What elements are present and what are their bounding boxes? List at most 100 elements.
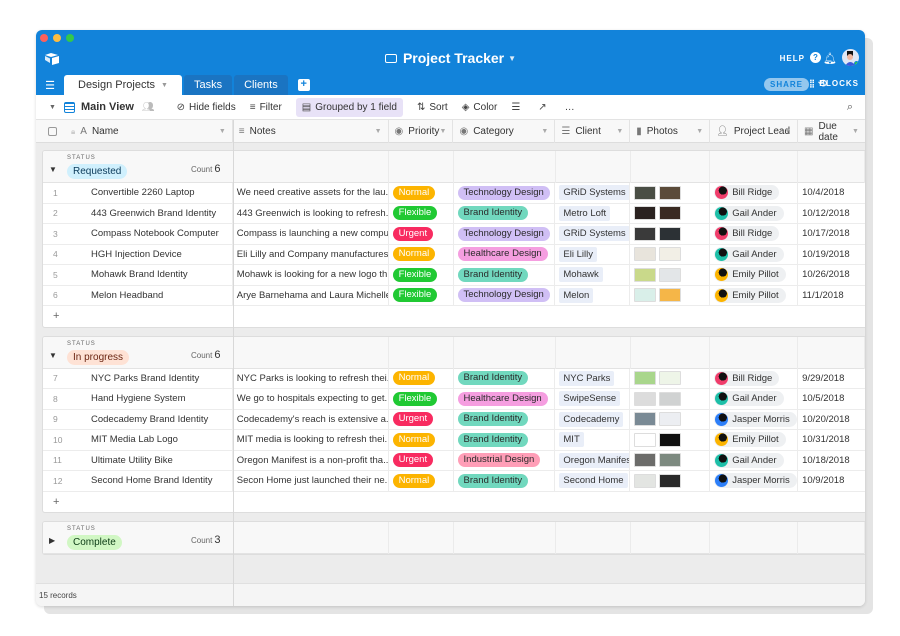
cell-project-lead[interactable]: Emily Pillot: [710, 430, 799, 450]
cell-priority[interactable]: Normal: [389, 430, 454, 450]
chevron-down-icon[interactable]: ▼: [616, 128, 623, 135]
cell-name[interactable]: NYC Parks Brand Identity: [67, 368, 233, 388]
photo-thumbnail[interactable]: [659, 473, 682, 488]
cell-notes[interactable]: NYC Parks is looking to refresh thei...: [233, 368, 389, 388]
cell-name[interactable]: Convertible 2260 Laptop: [67, 183, 233, 203]
cell-client[interactable]: Melon: [555, 285, 631, 305]
cell-client[interactable]: NYC Parks: [555, 368, 631, 388]
cell-category[interactable]: Healthcare Design: [454, 389, 556, 409]
cell-project-lead[interactable]: Bill Ridge: [710, 183, 799, 203]
group-header[interactable]: ▼ STATUS Requested Count 6: [43, 151, 865, 183]
photo-thumbnail[interactable]: [634, 391, 657, 406]
chevron-down-icon[interactable]: ▼: [784, 128, 791, 135]
photo-thumbnail[interactable]: [634, 267, 657, 282]
cell-due-date[interactable]: 11/1/2018: [798, 286, 865, 306]
table-row[interactable]: 11 Ultimate Utility Bike Oregon Manifest i…: [43, 450, 865, 471]
collapse-group-icon[interactable]: ▼: [49, 351, 57, 360]
close-window-button[interactable]: [40, 34, 48, 42]
search-icon[interactable]: ⌕: [847, 101, 853, 114]
collaborators-icon[interactable]: 👥︎: [142, 102, 155, 113]
cell-client[interactable]: Eli Lilly: [555, 244, 631, 264]
cell-name[interactable]: HGH Injection Device: [67, 244, 233, 264]
cell-client[interactable]: Second Home: [555, 471, 631, 491]
column-header-name[interactable]: 🔒︎ A Name ▼: [36, 120, 233, 143]
photo-thumbnail[interactable]: [659, 371, 682, 386]
share-view-button[interactable]: ↗: [538, 102, 550, 113]
photo-thumbnail[interactable]: [634, 206, 657, 221]
cell-photos[interactable]: [630, 265, 711, 285]
cell-priority[interactable]: Flexible: [389, 203, 454, 223]
client-link-chip[interactable]: Codecademy: [559, 411, 624, 427]
cell-category[interactable]: Technology Design: [454, 224, 556, 244]
cell-due-date[interactable]: 10/5/2018: [798, 389, 865, 409]
photo-thumbnail[interactable]: [659, 226, 682, 241]
cell-notes[interactable]: Eli Lilly and Company manufactures...: [233, 244, 389, 264]
cell-priority[interactable]: Flexible: [389, 389, 454, 409]
photo-thumbnail[interactable]: [634, 247, 657, 262]
photo-thumbnail[interactable]: [659, 206, 682, 221]
photo-thumbnail[interactable]: [659, 267, 682, 282]
client-link-chip[interactable]: Mohawk: [559, 267, 603, 283]
tab-tasks[interactable]: Tasks: [183, 75, 233, 95]
cell-project-lead[interactable]: Gail Ander: [710, 450, 799, 470]
base-title[interactable]: Project Tracker ▼: [36, 50, 865, 66]
photo-thumbnail[interactable]: [659, 288, 682, 303]
add-record-button[interactable]: +: [43, 492, 865, 513]
cell-photos[interactable]: [630, 224, 711, 244]
photo-thumbnail[interactable]: [659, 391, 682, 406]
table-row[interactable]: 7 NYC Parks Brand Identity NYC Parks is lo…: [43, 368, 865, 389]
color-button[interactable]: ◈ Color: [462, 102, 498, 113]
cell-photos[interactable]: [630, 409, 711, 429]
group-header[interactable]: ▼ STATUS In progress Count 6: [43, 336, 865, 369]
cell-priority[interactable]: Urgent: [389, 450, 454, 470]
cell-project-lead[interactable]: Bill Ridge: [710, 368, 799, 388]
cell-client[interactable]: Codecademy: [555, 409, 631, 429]
cell-category[interactable]: Brand Identity: [454, 368, 556, 388]
cell-photos[interactable]: [630, 389, 711, 409]
cell-notes[interactable]: Oregon Manifest is a non-profit tha...: [233, 450, 389, 470]
help-icon[interactable]: ?: [810, 52, 821, 63]
group-header[interactable]: ▶ STATUS Complete Count 3: [43, 522, 865, 554]
table-row[interactable]: 9 Codecademy Brand Identity Codecademy's r…: [43, 409, 865, 430]
cell-project-lead[interactable]: Jasper Morris: [710, 471, 799, 491]
cell-category[interactable]: Brand Identity: [454, 430, 556, 450]
cell-priority[interactable]: Normal: [389, 183, 454, 203]
photo-thumbnail[interactable]: [659, 453, 682, 468]
cell-category[interactable]: Brand Identity: [454, 471, 556, 491]
column-header-category[interactable]: ◉ Category ▼: [453, 120, 556, 143]
cell-photos[interactable]: [630, 471, 711, 491]
column-header-client[interactable]: ☰ Client ▼: [555, 120, 631, 143]
photo-thumbnail[interactable]: [634, 226, 657, 241]
cell-name[interactable]: Codecademy Brand Identity: [67, 409, 233, 429]
cell-category[interactable]: Brand Identity: [454, 409, 556, 429]
cell-due-date[interactable]: 10/19/2018: [798, 245, 865, 265]
notifications-bell-icon[interactable]: 🔔︎: [823, 52, 837, 65]
hide-fields-button[interactable]: ⊘ Hide fields: [177, 102, 236, 113]
cell-notes[interactable]: Arye Barnehama and Laura Michelle...: [233, 285, 389, 305]
frozen-column-divider[interactable]: [233, 120, 234, 606]
cell-photos[interactable]: [630, 450, 711, 470]
cell-category[interactable]: Technology Design: [454, 285, 556, 305]
client-link-chip[interactable]: Eli Lilly: [559, 246, 597, 262]
cell-category[interactable]: Brand Identity: [454, 265, 556, 285]
cell-priority[interactable]: Normal: [389, 471, 454, 491]
column-header-project-lead[interactable]: 👤︎ Project Lead ▼: [710, 120, 799, 143]
column-header-notes[interactable]: ≡ Notes ▼: [233, 120, 389, 143]
table-row[interactable]: 3 Compass Notebook Computer Compass is lau…: [43, 224, 865, 245]
client-link-chip[interactable]: Oregon Manifest: [559, 452, 630, 468]
tab-design-projects[interactable]: Design Projects ▼: [64, 75, 182, 95]
view-switcher[interactable]: Main View: [81, 101, 134, 113]
chevron-down-icon[interactable]: ▼: [219, 128, 226, 135]
cell-name[interactable]: 443 Greenwich Brand Identity: [67, 203, 233, 223]
table-row[interactable]: 10 MIT Media Lab Logo MIT media is looking…: [43, 430, 865, 451]
cell-category[interactable]: Technology Design: [454, 183, 556, 203]
client-link-chip[interactable]: Melon: [559, 287, 594, 303]
cell-priority[interactable]: Normal: [389, 244, 454, 264]
photo-thumbnail[interactable]: [659, 432, 682, 447]
cell-client[interactable]: GRiD Systems: [555, 224, 631, 244]
cell-due-date[interactable]: 10/12/2018: [798, 204, 865, 224]
cell-priority[interactable]: Flexible: [389, 285, 454, 305]
row-height-button[interactable]: ☰: [511, 102, 524, 113]
cell-due-date[interactable]: 10/20/2018: [798, 410, 865, 430]
chevron-down-icon[interactable]: ▼: [852, 128, 859, 135]
